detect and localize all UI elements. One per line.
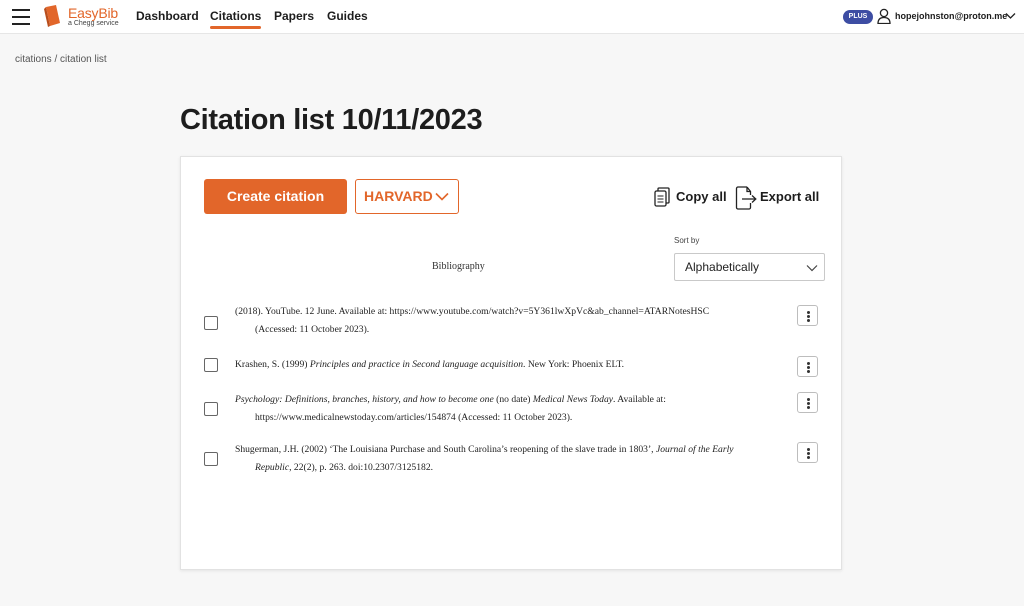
easybib-logo[interactable]: EasyBib a Chegg service	[44, 5, 119, 29]
nav-citations[interactable]: Citations	[210, 9, 262, 29]
citation-title: Psychology: Definitions, branches, histo…	[235, 394, 494, 405]
plus-badge: PLUS	[843, 10, 873, 24]
citation-more-options-button[interactable]	[797, 356, 818, 377]
citation-line-continued: Republic, 22(2), p. 263. doi:10.2307/312…	[235, 459, 745, 477]
citation-author: Shugerman, J.H. (2002) ‘The Louisiana Pu…	[235, 444, 656, 455]
citation-volume: , 22(2), p. 263. doi:10.2307/3125182.	[289, 462, 434, 473]
citation-line-continued: (Accessed: 11 October 2023).	[255, 324, 370, 335]
citation-journal: Journal of the Early	[655, 444, 734, 455]
chevron-down-icon	[806, 265, 818, 272]
citation-list-card: Create citation HARVARD Copy all Export …	[180, 156, 842, 570]
top-navigation-bar: EasyBib a Chegg service Dashboard Citati…	[0, 0, 1024, 34]
citation-style-dropdown[interactable]: HARVARD	[355, 179, 459, 214]
book-logo-icon	[44, 5, 60, 27]
citation-checkbox[interactable]	[204, 452, 218, 466]
chevron-down-icon[interactable]	[1005, 12, 1016, 20]
nav-papers[interactable]: Papers	[274, 9, 314, 23]
citation-source: Medical News Today	[532, 394, 614, 405]
brand-tagline: a Chegg service	[68, 20, 119, 27]
user-email[interactable]: hopejohnston@proton.me	[895, 11, 1007, 21]
citation-text[interactable]: Krashen, S. (1999) Principles and practi…	[235, 356, 745, 374]
page-title: Citation list 10/11/2023	[180, 104, 483, 136]
nav-dashboard[interactable]: Dashboard	[136, 9, 199, 23]
citation-publisher: . New York: Phoenix ELT.	[523, 359, 625, 370]
citation-title: Principles and practice in Second langua…	[309, 359, 524, 370]
citation-text[interactable]: Psychology: Definitions, branches, histo…	[235, 391, 745, 427]
sort-by-label: Sort by	[674, 236, 700, 245]
user-icon[interactable]	[877, 8, 891, 24]
breadcrumb[interactable]: citations / citation list	[15, 54, 107, 65]
sort-selected-value: Alphabetically	[685, 260, 760, 274]
nav-guides[interactable]: Guides	[327, 9, 368, 23]
brand-name: EasyBib	[68, 5, 118, 21]
citation-text[interactable]: (2018). YouTube. 12 June. Available at: …	[235, 303, 745, 339]
citation-line: (2018). YouTube. 12 June. Available at: …	[235, 306, 710, 317]
create-citation-button[interactable]: Create citation	[204, 179, 347, 214]
citation-more-options-button[interactable]	[797, 305, 818, 326]
citation-more-options-button[interactable]	[797, 392, 818, 413]
bibliography-label: Bibliography	[432, 261, 485, 272]
citation-line-continued: https://www.medicalnewstoday.com/article…	[255, 412, 573, 423]
citation-checkbox[interactable]	[204, 358, 218, 372]
citation-style-label: HARVARD	[364, 188, 433, 204]
export-icon	[735, 186, 757, 210]
sort-by-select[interactable]: Alphabetically	[674, 253, 825, 281]
citation-author: Krashen, S. (1999)	[235, 359, 310, 370]
citation-checkbox[interactable]	[204, 316, 218, 330]
export-all-label: Export all	[760, 189, 820, 204]
citation-journal-continued: Republic	[255, 462, 290, 473]
citation-checkbox[interactable]	[204, 402, 218, 416]
chevron-down-icon	[435, 192, 449, 201]
citation-more-options-button[interactable]	[797, 442, 818, 463]
copy-all-label: Copy all	[676, 189, 727, 204]
menu-icon[interactable]	[12, 9, 30, 25]
copy-icon	[654, 187, 670, 207]
citation-text[interactable]: Shugerman, J.H. (2002) ‘The Louisiana Pu…	[235, 441, 745, 477]
citation-date: (no date)	[493, 394, 533, 405]
citation-availability: . Available at:	[613, 394, 666, 405]
